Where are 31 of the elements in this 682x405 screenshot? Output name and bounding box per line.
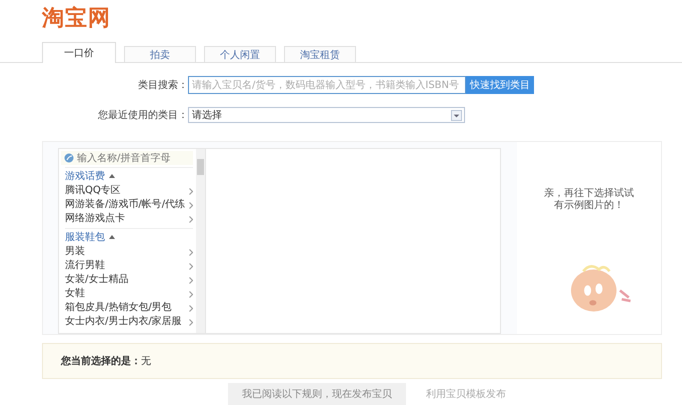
category-group-title[interactable]: 服装鞋包: [65, 230, 105, 244]
category-item[interactable]: 女装/女士精品: [65, 273, 193, 287]
category-item[interactable]: 腾讯QQ专区: [65, 184, 193, 198]
collapse-arrow-icon[interactable]: [109, 234, 115, 240]
category-item[interactable]: 箱包皮具/热销女包/男包: [65, 301, 193, 315]
field-label: 您最近使用的类目：: [97, 108, 188, 122]
category-item[interactable]: 女鞋: [65, 287, 193, 301]
search-field[interactable]: 请输入宝贝名/货号，数码电器输入型号，书籍类输入ISBN号: [188, 76, 466, 94]
tab[interactable]: 个人闲置: [204, 46, 276, 62]
collapse-arrow-icon[interactable]: [109, 173, 115, 179]
category-group-title[interactable]: 游戏话费: [65, 169, 105, 183]
category-item-label: 流行男鞋: [65, 259, 105, 273]
category-item-label: 箱包皮具/热销女包/男包: [65, 301, 172, 315]
scrollbar[interactable]: [196, 149, 205, 333]
tab[interactable]: 淘宝租赁: [284, 46, 356, 62]
field-label: 类目搜索：: [137, 78, 188, 92]
category-item-label: 腾讯QQ专区: [65, 184, 121, 198]
category-item-label: 女鞋: [65, 287, 85, 301]
current-selection-text: 您当前选择的是：无: [61, 354, 151, 368]
tab[interactable]: 一口价: [42, 42, 116, 63]
category-item[interactable]: 流行男鞋: [65, 259, 193, 273]
category-item-label: 女装/女士精品: [65, 273, 128, 287]
category-item-label: 网络游戏点卡: [65, 212, 125, 226]
leaf-icon: [64, 153, 74, 163]
category-item[interactable]: 网络游戏点卡: [65, 212, 193, 226]
category-item[interactable]: 男装: [65, 245, 193, 259]
recent-category-dropdown[interactable]: 请选择: [188, 107, 465, 123]
category-item-label: 男装: [65, 245, 85, 259]
hint-text: 有示例图片的！: [553, 200, 625, 212]
tab[interactable]: 拍卖: [124, 46, 196, 62]
hint-text: 亲，再往下选择试试: [544, 188, 634, 200]
